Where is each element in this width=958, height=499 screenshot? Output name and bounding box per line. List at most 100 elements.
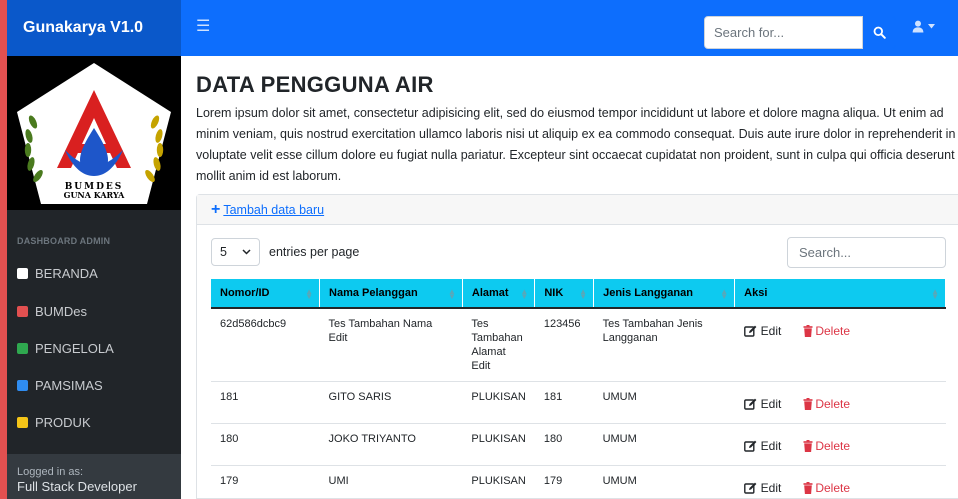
bumdes-icon bbox=[17, 305, 28, 317]
cell-nik: 179 bbox=[534, 465, 594, 499]
add-data-link[interactable]: Tambah data baru bbox=[223, 203, 324, 217]
cell-id: 62d586dcbc9 bbox=[211, 308, 320, 382]
intro-paragraph: Lorem ipsum dolor sit amet, consectetur … bbox=[196, 106, 956, 183]
user-menu-dropdown[interactable] bbox=[912, 20, 935, 33]
edit-icon bbox=[743, 482, 757, 494]
trash-icon bbox=[803, 398, 813, 410]
column-header[interactable]: Nomor/ID ▲ ▼ bbox=[211, 279, 321, 309]
navbar-search-input[interactable] bbox=[704, 16, 863, 49]
cell-nik: 181 bbox=[534, 381, 594, 424]
per-page-select[interactable]: 5 bbox=[211, 238, 260, 266]
sidebar-item-label: BERANDA bbox=[35, 265, 98, 281]
logged-in-label: Logged in as: bbox=[17, 466, 84, 478]
top-navbar: Gunakarya V1.0 ☰ bbox=[0, 0, 958, 56]
data-table: Nomor/ID ▲ ▼ Nama Pelanggan ▲ ▼ Alamat ▲ ▼ NIK… bbox=[211, 279, 946, 499]
cell-id: 179 bbox=[211, 465, 320, 499]
edit-button[interactable]: Edit bbox=[743, 481, 781, 495]
table-search-input[interactable] bbox=[787, 237, 946, 268]
left-accent-strip bbox=[0, 0, 7, 499]
table-row: 181 GITO SARIS PLUKISAN 181 UMUM Edit De… bbox=[211, 381, 946, 424]
cell-nik: 123456 bbox=[534, 308, 594, 382]
sort-icon: ▲ ▼ bbox=[447, 287, 456, 301]
cell-aksi: Edit Delete bbox=[734, 423, 946, 466]
cell-alamat: PLUKISAN bbox=[462, 423, 535, 466]
cell-jenis: UMUM bbox=[593, 423, 735, 466]
sidebar-item-pamsimas[interactable]: PAMSIMAS bbox=[17, 374, 103, 396]
pengelola-icon bbox=[17, 342, 28, 354]
chevron-down-icon bbox=[242, 249, 251, 255]
cell-nama: UMI bbox=[319, 465, 463, 499]
column-header[interactable]: Aksi ▲ ▼ bbox=[734, 279, 946, 309]
cell-alamat: PLUKISAN bbox=[462, 381, 535, 424]
cell-jenis: UMUM bbox=[593, 381, 735, 424]
cell-nama: Tes Tambahan Nama Edit bbox=[319, 308, 463, 382]
sort-icon: ▲ ▼ bbox=[305, 287, 314, 301]
sort-icon: ▲ ▼ bbox=[720, 287, 729, 301]
cell-nik: 180 bbox=[534, 423, 594, 466]
bumdes-logo: BUMDES GUNA KARYA bbox=[7, 56, 181, 210]
brand-title[interactable]: Gunakarya V1.0 bbox=[7, 0, 181, 56]
cell-aksi: Edit Delete bbox=[734, 381, 946, 424]
cell-alamat: PLUKISAN bbox=[462, 465, 535, 499]
main-content: DATA PENGGUNA AIR Lorem ipsum dolor sit … bbox=[181, 56, 958, 499]
sidebar-item-pengelola[interactable]: PENGELOLA bbox=[17, 337, 114, 359]
cell-id: 180 bbox=[211, 423, 320, 466]
sidebar-toggle-icon[interactable]: ☰ bbox=[196, 17, 210, 37]
navbar-search bbox=[704, 16, 896, 49]
sidebar-item-label: BUMDes bbox=[35, 303, 88, 319]
navbar-search-button[interactable] bbox=[863, 16, 896, 49]
edit-button[interactable]: Edit bbox=[743, 397, 781, 411]
column-header[interactable]: Alamat ▲ ▼ bbox=[462, 279, 536, 309]
sidebar-item-bumdes[interactable]: BUMDes bbox=[17, 300, 87, 322]
sidebar-item-produk[interactable]: PRODUK bbox=[17, 411, 91, 433]
caret-down-icon bbox=[928, 24, 935, 29]
cell-nama: GITO SARIS bbox=[319, 381, 463, 424]
trash-icon bbox=[803, 325, 813, 337]
delete-button[interactable]: Delete bbox=[803, 481, 850, 495]
trash-icon bbox=[803, 482, 813, 494]
logged-in-user: Full Stack Developer bbox=[17, 479, 137, 494]
table-header-row: Nomor/ID ▲ ▼ Nama Pelanggan ▲ ▼ Alamat ▲ ▼ NIK… bbox=[211, 279, 946, 309]
plus-icon: + bbox=[211, 200, 221, 218]
svg-text:GUNA KARYA: GUNA KARYA bbox=[64, 190, 126, 200]
edit-button[interactable]: Edit bbox=[743, 324, 781, 338]
sidebar: BUMDES GUNA KARYA DASHBOARD ADMIN BERAND… bbox=[7, 56, 181, 499]
cell-nama: JOKO TRIYANTO bbox=[319, 423, 463, 466]
sidebar-heading: DASHBOARD ADMIN bbox=[17, 236, 111, 246]
search-icon bbox=[873, 26, 886, 39]
per-page-label: entries per page bbox=[269, 245, 360, 259]
column-header[interactable]: Nama Pelanggan ▲ ▼ bbox=[319, 279, 463, 309]
column-header[interactable]: Jenis Langganan ▲ ▼ bbox=[593, 279, 736, 309]
column-header[interactable]: NIK ▲ ▼ bbox=[534, 279, 595, 309]
entries-per-page: 5 entries per page bbox=[211, 238, 359, 266]
per-page-value: 5 bbox=[220, 245, 227, 259]
cell-alamat: Tes Tambahan Alamat Edit bbox=[462, 308, 535, 382]
cell-aksi: Edit Delete bbox=[734, 308, 946, 382]
table-row: 62d586dcbc9 Tes Tambahan Nama Edit Tes T… bbox=[211, 308, 946, 382]
sort-icon: ▲ ▼ bbox=[520, 287, 529, 301]
user-icon bbox=[912, 20, 924, 33]
sort-icon: ▲ ▼ bbox=[931, 287, 939, 301]
table-row: 179 UMI PLUKISAN 179 UMUM Edit Delete bbox=[211, 465, 946, 499]
cell-jenis: UMUM bbox=[593, 465, 735, 499]
cell-id: 181 bbox=[211, 381, 320, 424]
delete-button[interactable]: Delete bbox=[803, 439, 850, 453]
edit-icon bbox=[743, 398, 757, 410]
page-title: DATA PENGGUNA AIR bbox=[196, 72, 434, 97]
cell-aksi: Edit Delete bbox=[734, 465, 946, 499]
cell-jenis: Tes Tambahan Jenis Langganan bbox=[593, 308, 735, 382]
edit-icon bbox=[743, 325, 757, 337]
trash-icon bbox=[803, 440, 813, 452]
sidebar-item-beranda[interactable]: BERANDA bbox=[17, 262, 98, 284]
produk-icon bbox=[17, 416, 28, 428]
data-card: + Tambah data baru 5 entries per page Se… bbox=[196, 194, 958, 499]
delete-button[interactable]: Delete bbox=[803, 397, 850, 411]
edit-button[interactable]: Edit bbox=[743, 439, 781, 453]
edit-icon bbox=[743, 440, 757, 452]
card-header: + Tambah data baru bbox=[197, 195, 958, 225]
delete-button[interactable]: Delete bbox=[803, 324, 850, 338]
sort-icon: ▲ ▼ bbox=[579, 287, 588, 301]
home-icon bbox=[17, 267, 28, 279]
table-row: 180 JOKO TRIYANTO PLUKISAN 180 UMUM Edit bbox=[211, 423, 946, 466]
sidebar-item-label: PRODUK bbox=[35, 414, 91, 430]
